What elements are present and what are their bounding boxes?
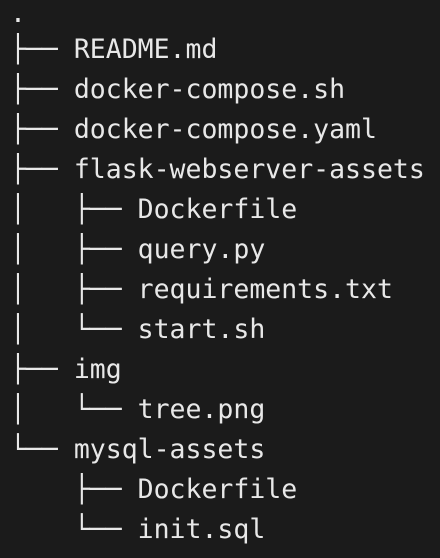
tree-prefix: . (10, 0, 26, 29)
directory-tree: . ├── README.md ├── docker-compose.sh ├─… (0, 0, 440, 558)
tree-entry-name: docker-compose.sh (73, 74, 346, 105)
tree-line-mysql-assets: └── mysql-assets (10, 430, 265, 470)
tree-entry-name: flask-webserver-assets (73, 154, 425, 185)
tree-prefix: ├── (10, 114, 74, 145)
tree-entry-name: init.sql (137, 514, 266, 545)
tree-line-docker-compose-sh: ├── docker-compose.sh (10, 70, 345, 110)
tree-prefix: ├── (10, 34, 74, 65)
tree-prefix: │ ├── (10, 234, 138, 265)
tree-prefix: ├── (10, 154, 74, 185)
tree-line-tree-png: │ └── tree.png (10, 390, 265, 430)
tree-prefix: ├── (10, 354, 74, 385)
tree-entry-name: start.sh (137, 314, 266, 345)
tree-prefix: │ ├── (10, 194, 138, 225)
tree-prefix: └── (10, 434, 74, 465)
tree-entry-name: requirements.txt (137, 274, 393, 305)
tree-line-mysql-dockerfile: ├── Dockerfile (10, 470, 297, 510)
tree-line-flask-webserver-assets: ├── flask-webserver-assets (10, 150, 425, 190)
tree-entry-name: mysql-assets (73, 434, 266, 465)
tree-prefix: │ └── (10, 314, 138, 345)
tree-prefix: ├── (10, 74, 74, 105)
tree-prefix: │ ├── (10, 274, 138, 305)
tree-entry-name: docker-compose.yaml (73, 114, 377, 145)
tree-line-init-sql: └── init.sql (10, 510, 265, 550)
tree-line-readme: ├── README.md (10, 30, 217, 70)
tree-entry-name: query.py (137, 234, 266, 265)
tree-entry-name: Dockerfile (137, 474, 298, 505)
tree-entry-name: img (73, 354, 122, 385)
tree-prefix: └── (10, 514, 138, 545)
tree-entry-name: README.md (73, 34, 218, 65)
tree-line-flask-dockerfile: │ ├── Dockerfile (10, 190, 297, 230)
tree-prefix: │ └── (10, 394, 138, 425)
tree-line-requirements-txt: │ ├── requirements.txt (10, 270, 393, 310)
tree-entry-name: Dockerfile (137, 194, 298, 225)
tree-line-docker-compose-yaml: ├── docker-compose.yaml (10, 110, 377, 150)
tree-line-start-sh: │ └── start.sh (10, 310, 265, 350)
tree-entry-name: tree.png (137, 394, 266, 425)
tree-root: . (10, 0, 26, 34)
tree-line-query-py: │ ├── query.py (10, 230, 265, 270)
tree-line-img: ├── img (10, 350, 122, 390)
tree-prefix: ├── (10, 474, 138, 505)
